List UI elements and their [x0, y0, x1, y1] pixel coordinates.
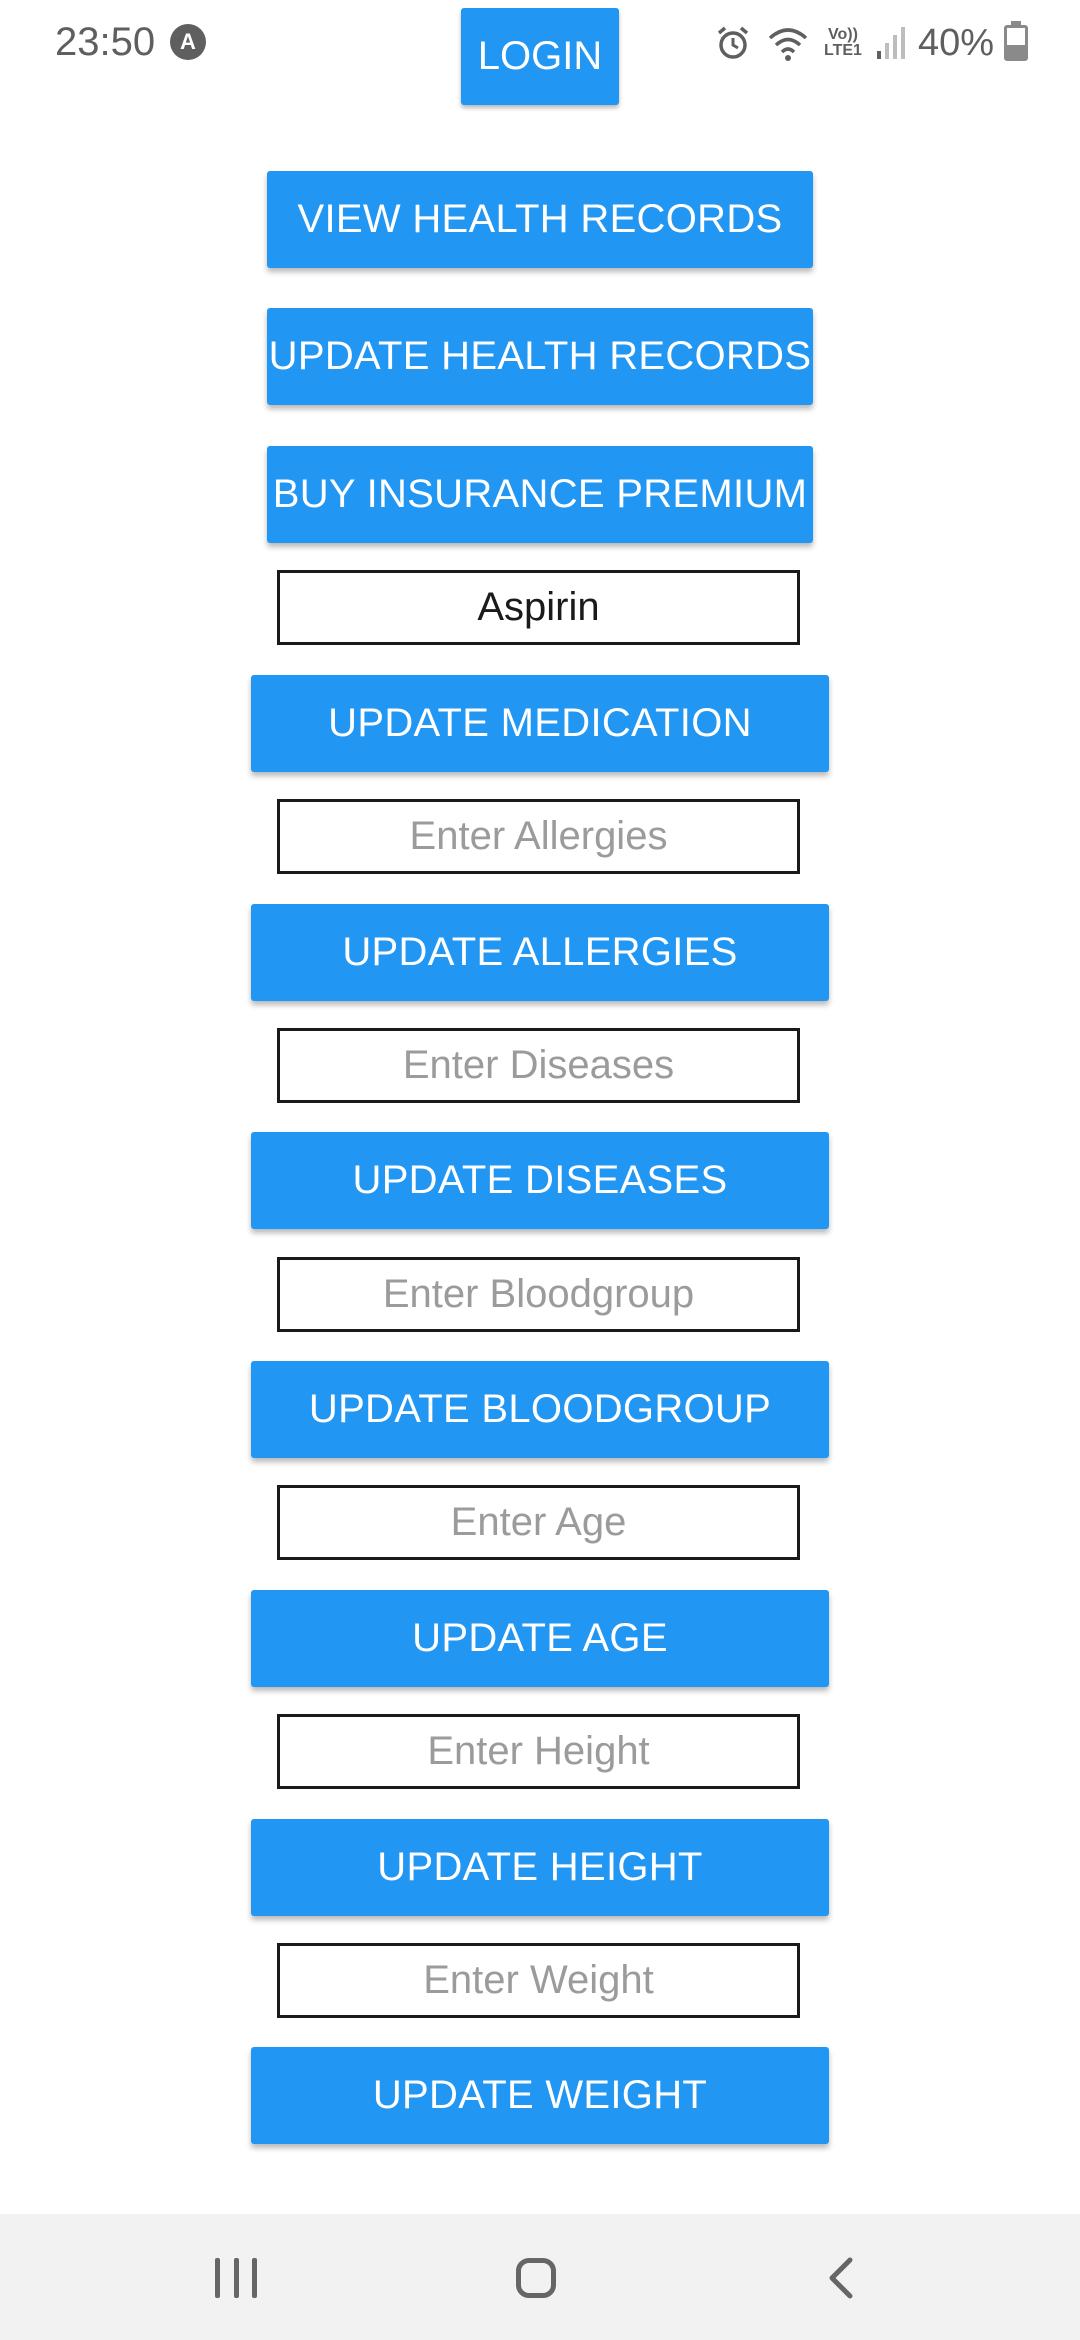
weight-input[interactable] — [277, 1943, 800, 2018]
update-health-records-button[interactable]: UPDATE HEALTH RECORDS — [267, 308, 813, 405]
wifi-icon — [768, 28, 808, 61]
update-height-button[interactable]: UPDATE HEIGHT — [251, 1819, 829, 1916]
update-diseases-button[interactable]: UPDATE DISEASES — [251, 1132, 829, 1229]
home-icon[interactable] — [516, 2258, 556, 2298]
navigation-bar — [0, 2214, 1080, 2340]
age-input[interactable] — [277, 1485, 800, 1560]
view-health-records-button[interactable]: VIEW HEALTH RECORDS — [267, 171, 813, 268]
login-button[interactable]: LOGIN — [461, 8, 619, 105]
medication-input[interactable] — [277, 570, 800, 645]
status-time: 23:50 — [55, 20, 156, 64]
update-allergies-button[interactable]: UPDATE ALLERGIES — [251, 904, 829, 1001]
update-age-button[interactable]: UPDATE AGE — [251, 1590, 829, 1687]
network-type-label: Vo)) LTE1 — [824, 26, 862, 59]
recents-icon[interactable] — [215, 2258, 257, 2298]
signal-icon — [876, 27, 905, 59]
buy-insurance-premium-button[interactable]: BUY INSURANCE PREMIUM — [267, 446, 813, 543]
status-icons: Vo)) LTE1 40% — [700, 18, 1028, 68]
allergies-input[interactable] — [277, 799, 800, 874]
update-bloodgroup-button[interactable]: UPDATE BLOODGROUP — [251, 1361, 829, 1458]
bloodgroup-input[interactable] — [277, 1257, 800, 1332]
back-icon[interactable] — [826, 2256, 856, 2300]
app-notification-icon: A — [170, 24, 206, 60]
update-medication-button[interactable]: UPDATE MEDICATION — [251, 675, 829, 772]
diseases-input[interactable] — [277, 1028, 800, 1103]
height-input[interactable] — [277, 1714, 800, 1789]
alarm-icon — [717, 26, 749, 59]
update-weight-button[interactable]: UPDATE WEIGHT — [251, 2047, 829, 2144]
battery-percent: 40% — [917, 21, 994, 64]
battery-icon — [1004, 21, 1028, 61]
